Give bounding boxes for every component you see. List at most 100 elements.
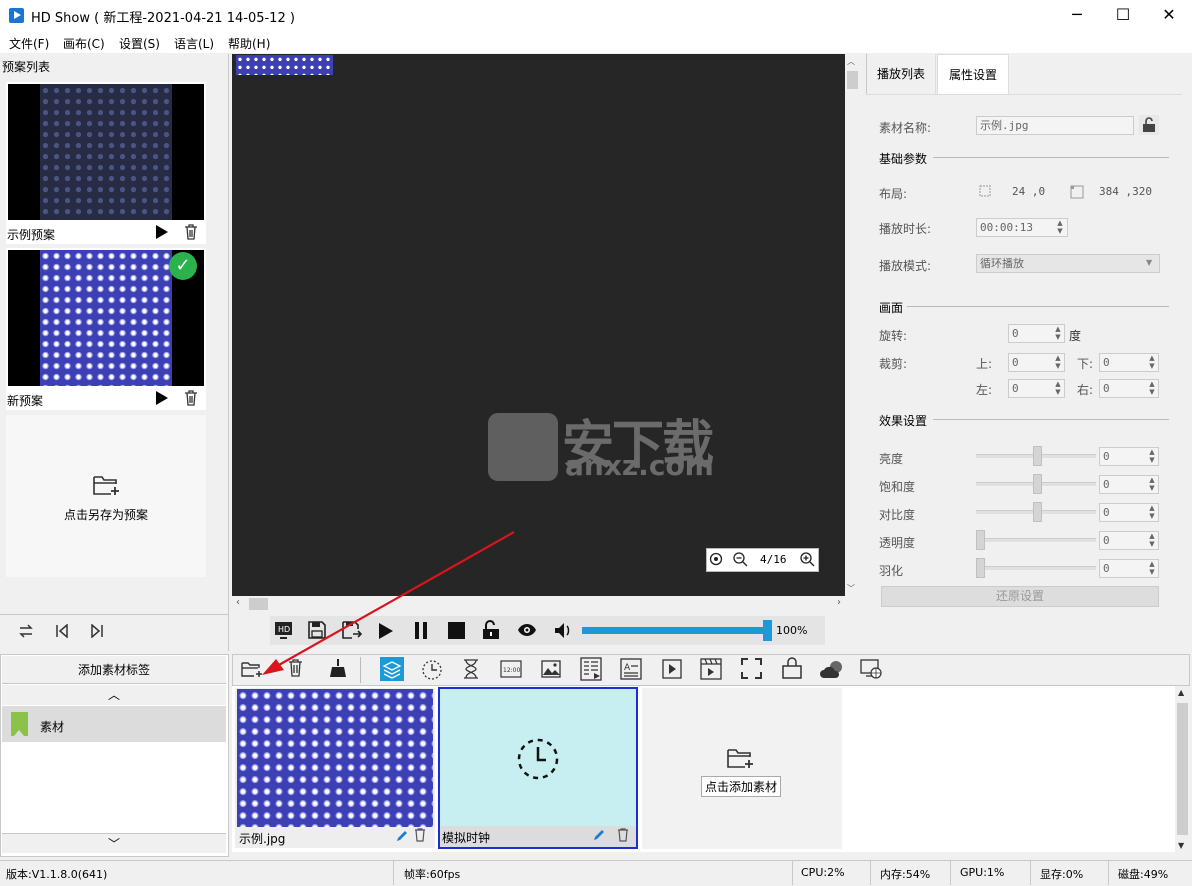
saturation-label: 饱和度	[879, 480, 916, 494]
folder-add-icon	[92, 473, 122, 497]
opacity-slider[interactable]	[976, 538, 1096, 542]
brightness-slider-handle[interactable]	[1033, 446, 1042, 466]
version-status: 版本:V1.1.8.0(641)	[6, 868, 108, 881]
web-page-icon[interactable]	[860, 658, 882, 680]
trash-icon[interactable]	[184, 390, 198, 406]
picture-section: 画面	[879, 301, 904, 315]
volume-icon[interactable]	[554, 622, 572, 639]
volume-slider[interactable]	[582, 627, 772, 634]
save-preset-label: 点击另存为预案	[63, 508, 148, 522]
trash-icon[interactable]	[617, 828, 629, 842]
memory-status: 内存:54%	[880, 868, 931, 881]
feather-label: 羽化	[879, 564, 904, 578]
contrast-label: 对比度	[879, 508, 916, 522]
web-bag-icon[interactable]	[780, 657, 804, 679]
media-playlist-icon[interactable]	[700, 658, 722, 680]
crop-right-spinner[interactable]: ▲ ▼	[1147, 380, 1157, 397]
bookmark-icon	[11, 712, 28, 736]
image-icon[interactable]	[541, 659, 561, 679]
trash-icon[interactable]	[184, 224, 198, 240]
layout-position-value: 24 ,0	[1012, 185, 1046, 198]
menu-file[interactable]: 文件(F)	[9, 35, 49, 52]
vram-status: 显存:0%	[1040, 868, 1084, 881]
preview-canvas[interactable]	[232, 54, 845, 596]
add-tag-button[interactable]: 添加素材标签	[2, 656, 226, 684]
edit-icon[interactable]	[395, 829, 409, 843]
basic-params-section: 基础参数	[879, 152, 928, 166]
media-scrollbar[interactable]: ▲ ▼	[1175, 686, 1190, 852]
reset-settings-button[interactable]: 还原设置	[881, 586, 1159, 607]
folder-add-icon	[726, 746, 756, 770]
text-box-icon[interactable]: A	[620, 658, 642, 680]
rotate-label: 旋转:	[879, 329, 908, 343]
feather-spinner[interactable]: ▲ ▼	[1147, 560, 1157, 577]
zoom-out-icon[interactable]	[733, 552, 748, 567]
next-icon[interactable]	[90, 624, 104, 638]
canvas-vertical-scrollbar[interactable]: ︿ ﹀	[845, 54, 860, 596]
app-icon	[9, 8, 24, 23]
minimize-button[interactable]: ─	[1054, 0, 1100, 31]
preset-thumbnail	[8, 84, 204, 220]
video-icon[interactable]	[662, 659, 682, 679]
zoom-page-indicator: 4/16	[760, 553, 787, 566]
menu-help[interactable]: 帮助(H)	[228, 35, 270, 52]
duration-label: 播放时长:	[879, 222, 932, 236]
zoom-in-icon[interactable]	[800, 552, 815, 567]
gpu-status: GPU:1%	[960, 866, 1005, 879]
media-thumbnail[interactable]	[237, 689, 433, 827]
opacity-spinner[interactable]: ▲ ▼	[1147, 532, 1157, 549]
crop-right-label: 右:	[1077, 383, 1094, 397]
menu-settings[interactable]: 设置(S)	[119, 35, 160, 52]
contrast-spinner[interactable]: ▲ ▼	[1147, 504, 1157, 521]
status-bar	[0, 860, 1192, 886]
opacity-slider-handle[interactable]	[976, 530, 985, 550]
disk-status: 磁盘:49%	[1118, 868, 1169, 881]
menu-canvas[interactable]: 画布(C)	[63, 35, 105, 52]
brightness-spinner[interactable]: ▲ ▼	[1147, 448, 1157, 465]
preset-card[interactable]: ✓ 新预案	[6, 248, 206, 410]
tag-scroll-down[interactable]: ﹀	[2, 833, 226, 853]
close-button[interactable]: ✕	[1146, 0, 1192, 31]
volume-slider-handle[interactable]	[763, 620, 772, 641]
eye-icon[interactable]	[517, 623, 537, 637]
maximize-button[interactable]: ☐	[1100, 0, 1146, 31]
play-icon[interactable]	[156, 225, 168, 239]
crop-bottom-label: 下:	[1077, 357, 1094, 371]
previous-icon[interactable]	[55, 624, 69, 638]
feather-slider-handle[interactable]	[976, 558, 985, 578]
feather-slider[interactable]	[976, 566, 1096, 570]
contrast-slider-handle[interactable]	[1033, 502, 1042, 522]
saturation-spinner[interactable]: ▲ ▼	[1147, 476, 1157, 493]
scrolling-text-icon[interactable]	[580, 657, 604, 681]
tab-playlist[interactable]: 播放列表	[867, 54, 936, 94]
preset-controls	[0, 614, 229, 651]
menu-bar: 文件(F) 画布(C) 设置(S) 语言(L) 帮助(H)	[0, 31, 1192, 53]
edit-icon[interactable]	[592, 828, 606, 842]
svg-text:A: A	[624, 663, 631, 673]
zoom-fit-icon[interactable]	[709, 552, 723, 566]
rotate-spinner[interactable]: ▲ ▼	[1053, 325, 1063, 342]
canvas-media-image[interactable]	[236, 55, 333, 75]
crop-left-spinner[interactable]: ▲ ▼	[1053, 380, 1063, 397]
cpu-status: CPU:2%	[801, 866, 845, 879]
crop-top-spinner[interactable]: ▲ ▼	[1053, 354, 1063, 371]
opacity-label: 透明度	[879, 536, 916, 550]
play-mode-select[interactable]: 循环播放	[976, 254, 1160, 273]
tab-properties[interactable]: 属性设置	[937, 54, 1009, 94]
weather-icon[interactable]	[819, 659, 845, 679]
fullscreen-icon[interactable]	[741, 658, 762, 679]
loop-icon[interactable]	[18, 624, 34, 638]
lock-icon[interactable]	[1139, 115, 1159, 135]
brightness-label: 亮度	[879, 452, 904, 466]
media-name-field[interactable]: 示例.jpg	[976, 116, 1134, 135]
crop-bottom-spinner[interactable]: ▲ ▼	[1147, 354, 1157, 371]
trash-icon[interactable]	[414, 828, 426, 842]
saturation-slider-handle[interactable]	[1033, 474, 1042, 494]
tag-item[interactable]	[2, 706, 226, 742]
tag-scroll-up[interactable]: ︿	[2, 685, 226, 705]
menu-language[interactable]: 语言(L)	[174, 35, 214, 52]
duration-spinner[interactable]: ▲ ▼	[1055, 219, 1065, 236]
preset-card[interactable]: 示例预案	[6, 82, 206, 244]
analog-clock-icon	[516, 737, 560, 781]
play-icon[interactable]	[156, 391, 168, 405]
